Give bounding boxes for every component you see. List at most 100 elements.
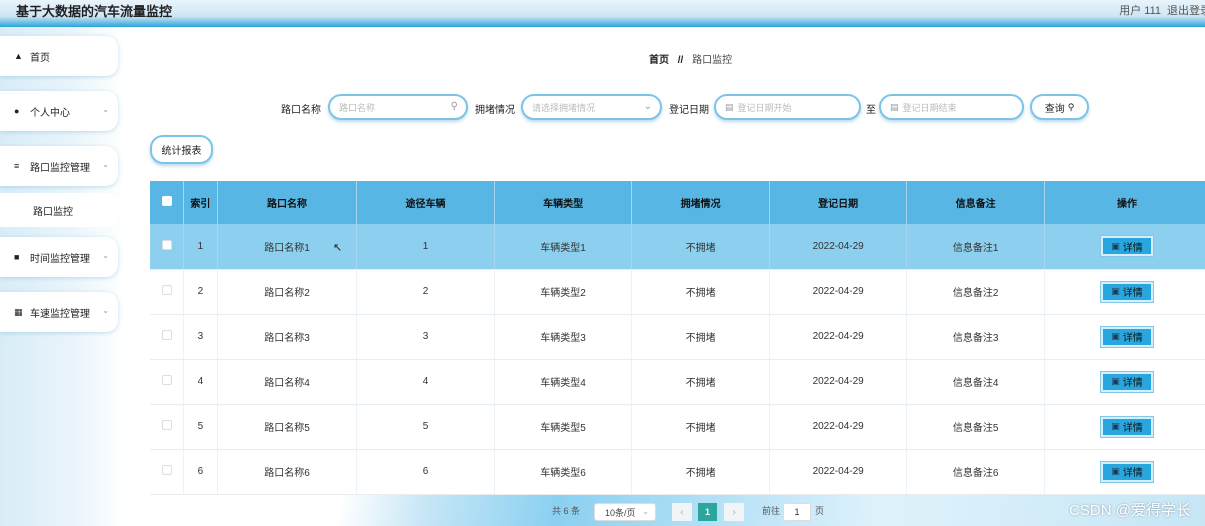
table-cell: 6 (183, 449, 218, 495)
goto-page-input[interactable]: 1 (783, 503, 811, 521)
name-filter-input[interactable]: 路口名称 ⚲ (328, 94, 468, 120)
table-cell: 信息备注3 (906, 314, 1045, 360)
table-row[interactable]: 5 路口名称5 5 车辆类型5 不拥堵 2022-04-29 信息备注5 ▣ 详情 (150, 404, 1205, 450)
table-cell: 车辆类型6 (494, 449, 633, 495)
sidebar-item-profile[interactable]: ● 个人中心 ⌄ (0, 91, 118, 131)
detail-button[interactable]: ▣ 详情 (1100, 461, 1153, 482)
sidebar-item-label: 车速监控管理 (30, 308, 90, 320)
prev-page-button[interactable]: ‹ (672, 503, 692, 521)
table-cell: 路口名称2 (217, 269, 358, 315)
table-row[interactable]: 2 路口名称2 2 车辆类型2 不拥堵 2022-04-29 信息备注2 ▣ 详情 (150, 269, 1205, 315)
sidebar-item-speed-management[interactable]: ▦ 车速监控管理 ⌄ (0, 292, 118, 332)
chevron-down-icon: ⌄ (642, 507, 649, 516)
search-icon: ⚲ (450, 101, 458, 112)
action-cell: ▣ 详情 (1044, 404, 1205, 450)
goto-label: 前往 (762, 506, 781, 516)
table-cell: 4 (356, 359, 495, 405)
next-page-button[interactable]: › (724, 503, 744, 521)
row-checkbox[interactable] (150, 404, 185, 450)
table-cell: 车辆类型1 (494, 224, 633, 270)
query-button[interactable]: 查询 ⚲ (1030, 94, 1089, 120)
table-row[interactable]: 1 路口名称1 1 车辆类型1 不拥堵 2022-04-29 信息备注1 ▣ 详情 (150, 224, 1205, 270)
detail-button[interactable]: ▣ 详情 (1100, 416, 1153, 437)
sidebar-item-time-management[interactable]: ■ 时间监控管理 ⌄ (0, 237, 118, 277)
date-start-input[interactable]: ▤ 登记日期开始 (714, 94, 861, 120)
table-cell: 车辆类型4 (494, 359, 633, 405)
chevron-down-icon: ⌄ (102, 251, 109, 260)
table-cell: 不拥堵 (631, 269, 770, 315)
table-cell: 信息备注5 (906, 404, 1045, 450)
table-cell: 3 (356, 314, 495, 360)
jam-filter-select[interactable]: 请选择拥堵情况 ⌄ (521, 94, 662, 120)
sidebar-item-label: 路口监控 (33, 206, 73, 218)
calendar-icon: ▤ (890, 101, 899, 112)
calendar-icon: ▤ (725, 101, 734, 112)
table-cell: 1 (356, 224, 495, 270)
document-icon: ▣ (1111, 466, 1120, 476)
action-cell: ▣ 详情 (1044, 314, 1205, 360)
action-cell: ▣ 详情 (1044, 224, 1205, 270)
date-end-input[interactable]: ▤ 登记日期结束 (879, 94, 1024, 120)
document-icon: ▣ (1111, 240, 1120, 251)
table-row[interactable]: 3 路口名称3 3 车辆类型3 不拥堵 2022-04-29 信息备注3 ▣ 详情 (150, 314, 1205, 360)
table-cell: 路口名称3 (217, 314, 358, 360)
detail-button[interactable]: ▣ 详情 (1100, 371, 1153, 392)
table-cell: 2 (183, 269, 218, 315)
sidebar-item-label: 个人中心 (30, 107, 70, 119)
row-checkbox[interactable] (150, 314, 185, 360)
jam-filter-label: 拥堵情况 (475, 105, 515, 116)
chevron-right-icon: › (732, 506, 736, 518)
row-checkbox[interactable] (150, 359, 185, 405)
column-header: 操作 (1044, 181, 1205, 224)
sidebar-item-label: 时间监控管理 (30, 253, 90, 265)
table-cell: 6 (356, 449, 495, 495)
page-size-select[interactable]: 10条/页 ⌄ (594, 503, 656, 521)
current-page-button[interactable]: 1 (698, 503, 717, 521)
table-cell: 信息备注2 (906, 269, 1045, 315)
detail-button[interactable]: ▣ 详情 (1100, 236, 1153, 257)
table-cell: 路口名称6 (217, 449, 358, 495)
column-header: 登记日期 (769, 181, 908, 224)
table-cell: 不拥堵 (631, 449, 770, 495)
mouse-cursor-icon: ↖ (333, 242, 343, 254)
chevron-down-icon: ⌄ (102, 306, 109, 315)
table-cell: 车辆类型5 (494, 404, 633, 450)
row-checkbox[interactable] (150, 224, 185, 270)
table-cell: 2022-04-29 (769, 404, 908, 450)
table-cell: 1 (183, 224, 218, 270)
table-cell: 2022-04-29 (769, 449, 908, 495)
detail-button[interactable]: ▣ 详情 (1100, 326, 1153, 347)
table-row[interactable]: 6 路口名称6 6 车辆类型6 不拥堵 2022-04-29 信息备注6 ▣ 详情 (150, 449, 1205, 495)
row-checkbox[interactable] (150, 449, 185, 495)
date-range-separator: 至 (866, 105, 876, 116)
top-header: 基于大数据的汽车流量监控 用户 111 退出登录 (0, 0, 1205, 27)
breadcrumb: 首页 // 路口监控 (649, 51, 732, 66)
table-cell: 2022-04-29 (769, 269, 908, 315)
sidebar-item-label: 路口监控管理 (30, 162, 90, 174)
column-header: 拥堵情况 (631, 181, 770, 224)
row-checkbox[interactable] (150, 269, 185, 315)
sidebar-subitem-intersection-monitor[interactable]: 路口监控 (0, 193, 118, 227)
document-icon: ▣ (1111, 376, 1120, 386)
grid-icon: ▦ (14, 306, 23, 317)
table-cell: 不拥堵 (631, 314, 770, 360)
logout-link[interactable]: 退出登录 (1167, 2, 1205, 18)
table-cell: 不拥堵 (631, 404, 770, 450)
breadcrumb-home[interactable]: 首页 (649, 55, 669, 66)
table-cell: 信息备注6 (906, 449, 1045, 495)
document-icon: ▣ (1111, 421, 1120, 431)
select-all-checkbox[interactable] (150, 181, 185, 224)
table-cell: 3 (183, 314, 218, 360)
action-cell: ▣ 详情 (1044, 359, 1205, 405)
user-label: 用户 111 (1119, 5, 1161, 17)
table-header-row: 索引 路口名称 途径车辆 车辆类型 拥堵情况 登记日期 信息备注 操作 (150, 181, 1205, 224)
report-button[interactable]: 统计报表 (150, 135, 213, 164)
chevron-down-icon: ⌄ (102, 105, 109, 114)
table-cell: 车辆类型3 (494, 314, 633, 360)
table-cell: 车辆类型2 (494, 269, 633, 315)
sidebar-item-intersection-management[interactable]: ≡ 路口监控管理 ⌄ (0, 146, 118, 186)
watermark: CSDN @爱得学长 (1069, 502, 1191, 519)
detail-button[interactable]: ▣ 详情 (1100, 281, 1153, 302)
table-row[interactable]: 4 路口名称4 4 车辆类型4 不拥堵 2022-04-29 信息备注4 ▣ 详情 (150, 359, 1205, 405)
sidebar-item-home[interactable]: ▲ 首页 (0, 36, 118, 76)
